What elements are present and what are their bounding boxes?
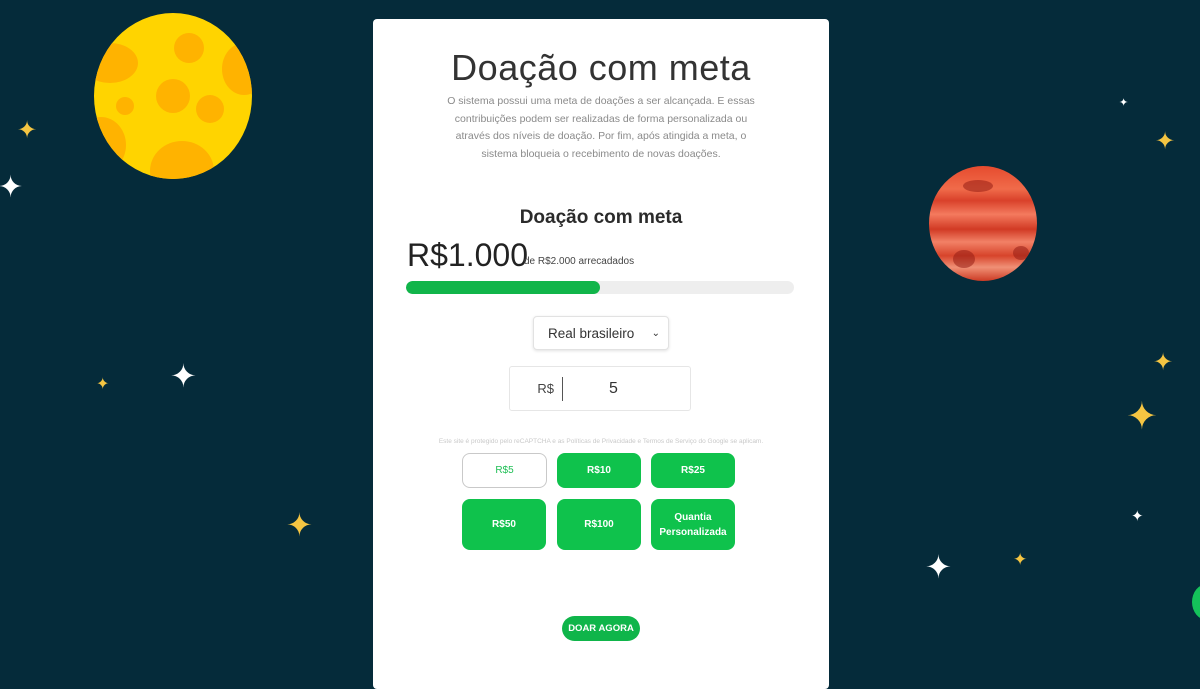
moon-illustration: [94, 13, 252, 179]
chat-widget-button[interactable]: [1192, 584, 1200, 620]
star-icon: ✦: [170, 358, 197, 394]
chevron-down-icon: ⌄: [651, 327, 660, 339]
planet-illustration: [929, 166, 1037, 281]
star-icon: ✦: [286, 507, 313, 543]
campaign-title: Doação com meta: [519, 207, 683, 228]
amount-raised: R$1.000: [407, 237, 528, 273]
progress-fill: [406, 281, 600, 294]
currency-select[interactable]: Real brasileiro ⌄: [533, 316, 669, 350]
star-icon: ✦: [0, 171, 24, 204]
currency-prefix: R$: [537, 381, 554, 396]
donate-now-button[interactable]: DOAR AGORA: [562, 616, 640, 641]
goal-text: de R$2.000 arrecadados: [524, 256, 635, 267]
moon-crater: [174, 33, 204, 63]
amount-button-100[interactable]: R$100: [557, 499, 641, 550]
custom-amount-button[interactable]: Quantia Personalizada: [651, 499, 735, 550]
amount-button-5[interactable]: R$5: [462, 453, 547, 488]
planet-spot: [1013, 246, 1029, 260]
star-icon: ✦: [925, 549, 952, 585]
moon-crater: [156, 79, 190, 113]
page-title: Doação com meta: [451, 47, 751, 88]
progress-bar: [406, 281, 794, 294]
planet-spot: [963, 180, 993, 192]
amount-button-50[interactable]: R$50: [462, 499, 546, 550]
amount-button-25[interactable]: R$25: [651, 453, 735, 488]
star-icon: ✦: [1126, 396, 1158, 438]
star-icon: ✦: [1155, 128, 1176, 155]
moon-crater: [222, 43, 252, 95]
currency-select-value: Real brasileiro: [548, 325, 635, 341]
moon-crater: [196, 95, 224, 123]
star-icon: ✦: [1119, 97, 1129, 109]
page-description: O sistema possui uma meta de doações a s…: [447, 95, 755, 160]
moon-crater: [150, 141, 214, 179]
moon-crater: [94, 43, 138, 83]
recaptcha-notice: Este site é protegido pelo reCAPTCHA e a…: [438, 438, 764, 445]
star-icon: ✦: [1131, 508, 1144, 525]
moon-crater: [94, 117, 126, 173]
amount-value[interactable]: 5: [563, 380, 690, 398]
star-icon: ✦: [1153, 349, 1174, 376]
donation-card: Doação com meta O sistema possui uma met…: [373, 19, 829, 689]
star-icon: ✦: [1013, 550, 1028, 569]
planet-spot: [953, 250, 975, 268]
amount-input[interactable]: R$ 5: [509, 366, 691, 411]
star-icon: ✦: [17, 117, 38, 144]
amount-button-10[interactable]: R$10: [557, 453, 641, 488]
moon-crater: [116, 97, 134, 115]
star-icon: ✦: [96, 376, 110, 393]
